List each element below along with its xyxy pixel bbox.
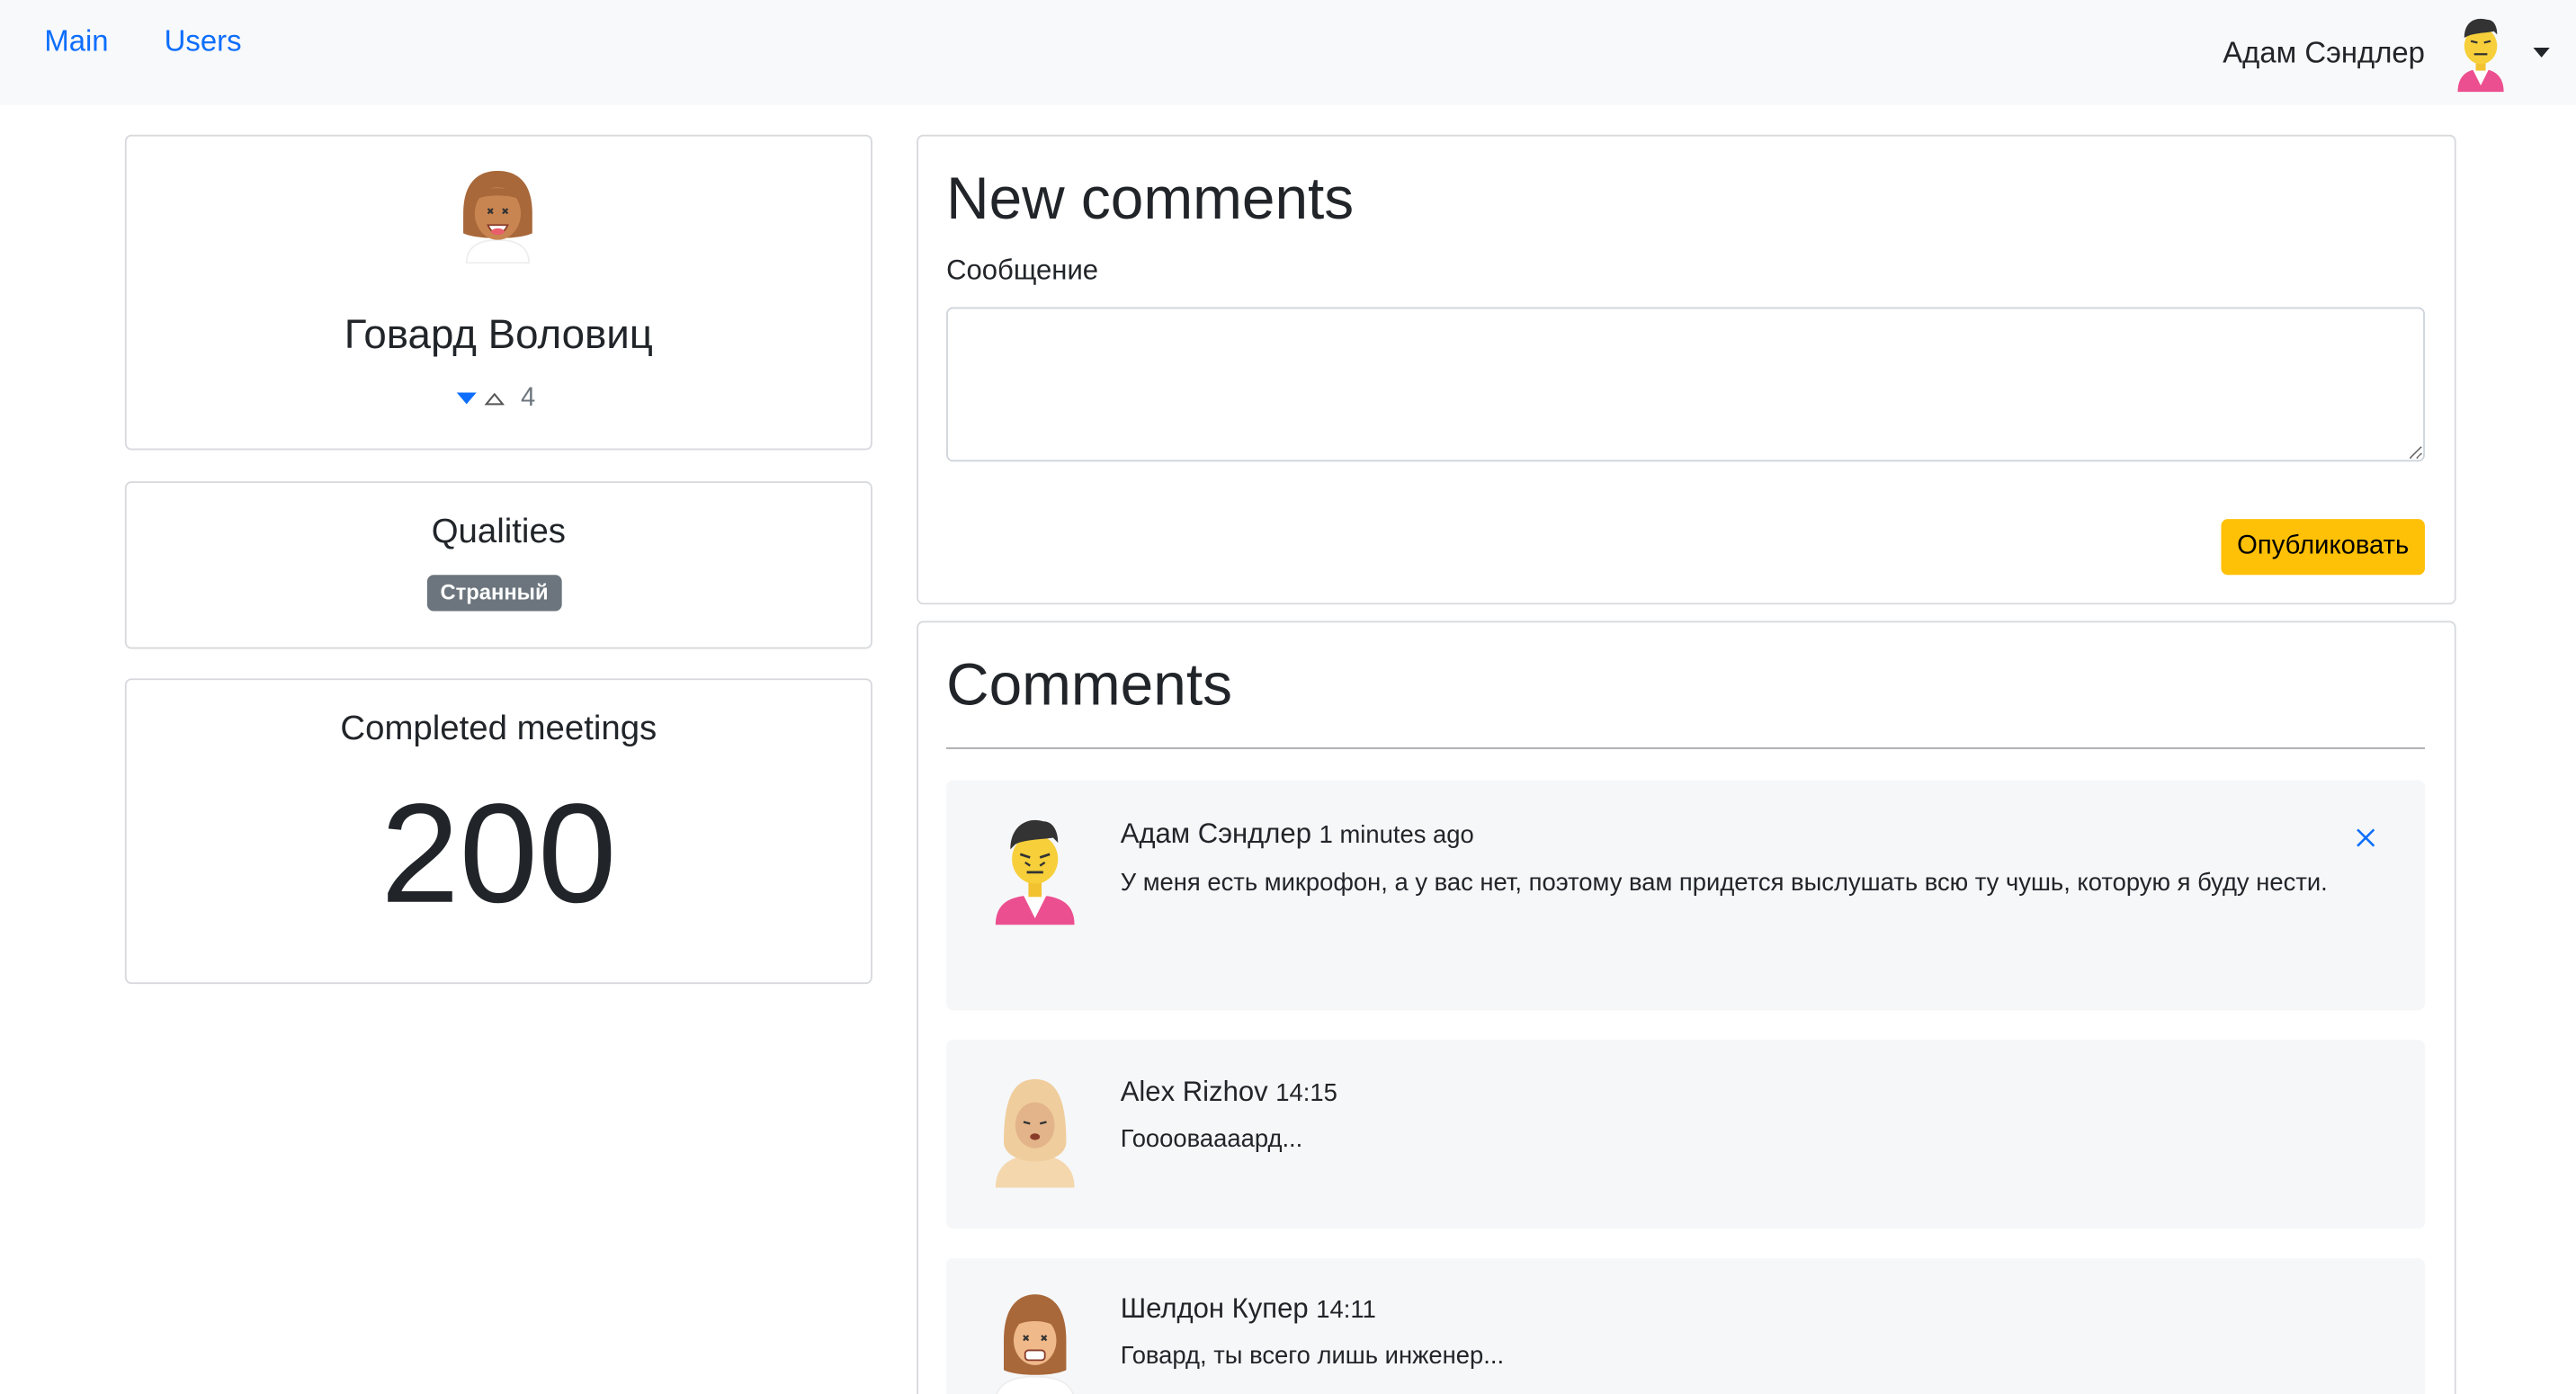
comment-header: Шелдон Купер 14:11 [1121,1292,1376,1326]
nav-users-link[interactable]: Users [165,24,242,58]
qualities-title: Qualities [431,512,566,550]
avatar-woman-brown-hair-icon [996,1294,1074,1394]
divider [946,747,2425,749]
comments-title: Comments [946,650,1232,719]
comment-header: Адам Сэндлер 1 minutes ago [1121,818,1474,852]
user-menu[interactable]: Адам Сэндлер [2223,6,2550,98]
rate-value: 4 [521,384,536,413]
comment-author: Шелдон Купер [1120,1292,1309,1325]
profile-avatar-icon [463,170,532,264]
nav-main-link[interactable]: Main [44,24,108,58]
rate-control: 4 [455,384,535,414]
message-label: Сообщение [946,255,1099,286]
top-navbar: Main Users Адам Сэндлер [0,0,2576,105]
user-avatar-icon [2457,18,2504,93]
rate-arrows-icon[interactable] [455,389,505,409]
chevron-down-icon[interactable] [2533,47,2550,58]
new-comment-title: New comments [946,164,1355,232]
comment-text: У меня есть микрофон, а у вас нет, поэто… [1120,869,2328,898]
close-icon[interactable] [2353,825,2379,851]
message-textarea[interactable] [946,307,2425,462]
comment-time: 14:11 [1316,1296,1376,1325]
publish-button[interactable]: Опубликовать [2221,519,2425,576]
qualities-card [124,481,872,649]
meetings-count: 200 [380,775,617,934]
comment-item: Шелдон Купер 14:11 Говард, ты всего лишь… [946,1258,2425,1394]
comment-item: Адам Сэндлер 1 minutes ago У меня есть м… [946,780,2425,1011]
comment-text: Говард, ты всего лишь инженер... [1120,1342,1505,1371]
comment-time: 14:15 [1275,1079,1337,1108]
meetings-title: Completed meetings [340,710,657,748]
comment-header: Alex Rizhov 14:15 [1121,1076,1337,1109]
comment-text: Гооооваааард... [1120,1125,1303,1154]
comment-author: Адам Сэндлер [1120,818,1311,850]
profile-name: Говард Воловиц [344,312,653,359]
quality-badge: Странный [426,575,562,612]
app-root: Main Users Адам Сэндлер Говард Воловиц 4… [0,0,2576,1394]
comment-item: Alex Rizhov 14:15 Гооооваааард... [946,1040,2425,1229]
comment-time: 1 minutes ago [1319,821,1474,850]
comment-author: Alex Rizhov [1120,1076,1268,1108]
current-user-name: Адам Сэндлер [2223,35,2425,68]
avatar-man-black-hair-icon [995,819,1075,925]
avatar-woman-hijab-icon [995,1079,1075,1188]
